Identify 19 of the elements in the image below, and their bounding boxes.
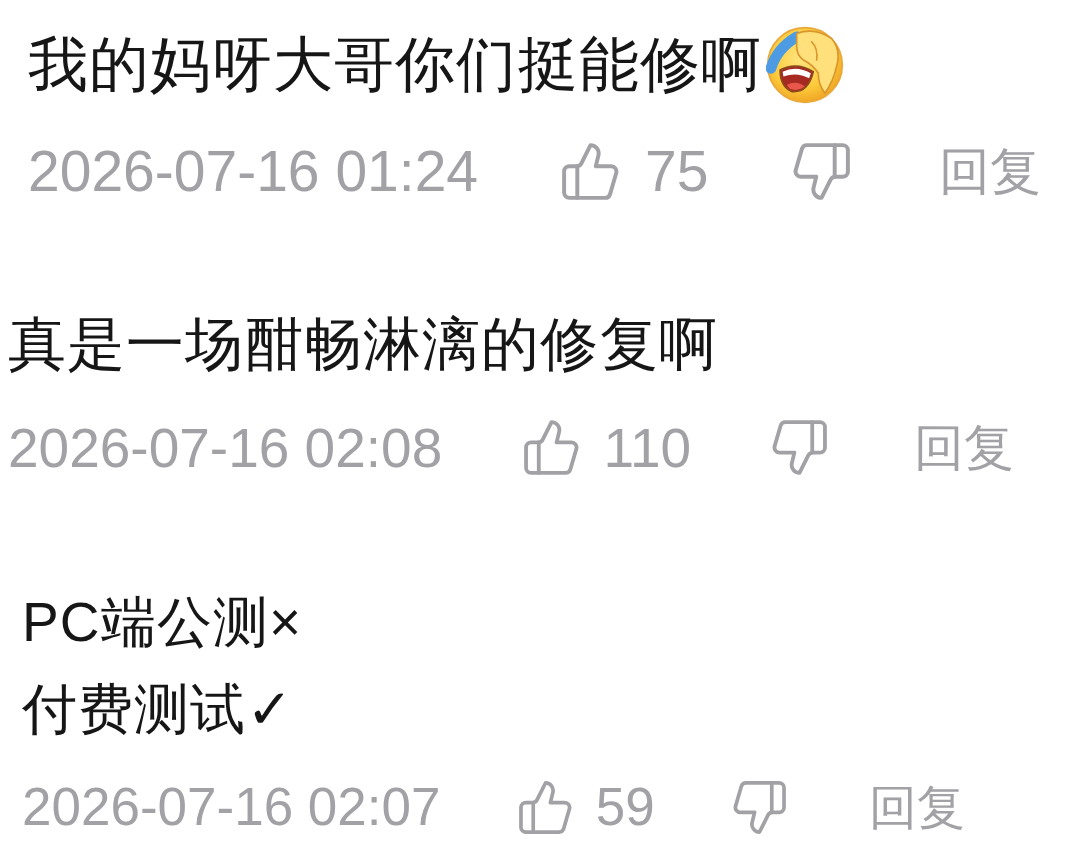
thumbs-down-icon[interactable] bbox=[792, 142, 850, 200]
thumbs-down-icon[interactable] bbox=[772, 420, 828, 476]
thumbs-up-icon bbox=[518, 780, 572, 834]
reply-button[interactable]: 回复 bbox=[913, 418, 1014, 478]
like-button[interactable]: 75 bbox=[562, 140, 709, 203]
comment-text: 我的妈呀大哥你们挺能修啊 bbox=[28, 30, 763, 100]
comment-timestamp: 2026-07-16 01:24 bbox=[28, 140, 479, 203]
reply-button[interactable]: 回复 bbox=[939, 140, 1042, 203]
thumbs-down-icon[interactable] bbox=[733, 780, 787, 834]
like-button[interactable]: 110 bbox=[523, 417, 692, 479]
comment-timestamp: 2026-07-16 02:08 bbox=[8, 417, 443, 479]
comment-text: 真是一场酣畅淋漓的修复啊 bbox=[8, 310, 718, 379]
thumbs-up-icon bbox=[562, 142, 620, 200]
comment-timestamp: 2026-07-16 02:07 bbox=[22, 778, 441, 837]
reply-button[interactable]: 回复 bbox=[869, 778, 966, 836]
comment-text: 付费测试✓ bbox=[22, 676, 294, 742]
thumbs-up-icon bbox=[523, 420, 579, 476]
like-button[interactable]: 59 bbox=[518, 778, 655, 837]
comment-text: PC端公测× bbox=[22, 589, 303, 655]
